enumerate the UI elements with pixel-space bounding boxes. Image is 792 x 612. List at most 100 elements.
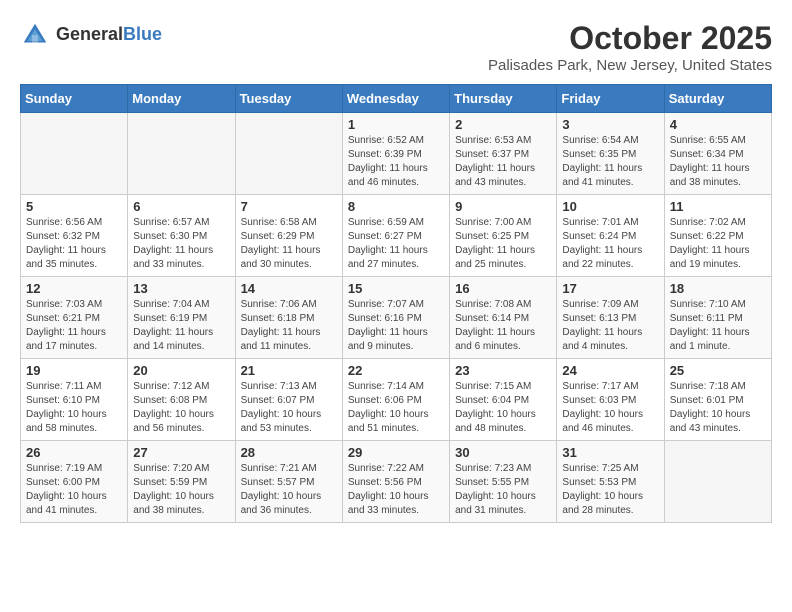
day-number: 20 <box>133 363 229 378</box>
week-row-1: 5Sunrise: 6:56 AM Sunset: 6:32 PM Daylig… <box>21 195 772 277</box>
calendar-cell: 15Sunrise: 7:07 AM Sunset: 6:16 PM Dayli… <box>342 277 449 359</box>
calendar-cell: 27 Sunrise: 7:20 AM Sunset: 5:59 PM Dayli… <box>128 441 235 523</box>
month-title: October 2025 <box>488 20 772 57</box>
weekday-header-saturday: Saturday <box>664 85 771 113</box>
day-info: Sunrise: 7:15 AM Sunset: 6:04 PM Dayligh… <box>455 380 551 436</box>
day-info: Sunrise: 7:02 AM Sunset: 6:22 PM Dayligh… <box>670 216 766 272</box>
day-number: 19 <box>26 363 122 378</box>
day-info: Sunrise: 7:04 AM Sunset: 6:19 PM Dayligh… <box>133 298 229 354</box>
day-number: 18 <box>670 281 766 296</box>
calendar-cell <box>21 113 128 195</box>
day-info: Sunrise: 6:58 AM Sunset: 6:29 PM Dayligh… <box>241 216 337 272</box>
logo-text-blue: Blue <box>123 24 162 44</box>
day-number: 3 <box>562 117 658 132</box>
calendar-cell: 26 Sunrise: 7:19 AM Sunset: 6:00 PM Dayli… <box>21 441 128 523</box>
day-number: 27 <box>133 445 229 460</box>
title-section: October 2025 Palisades Park, New Jersey,… <box>488 20 772 74</box>
day-number: 1 <box>348 117 444 132</box>
calendar-cell <box>235 113 342 195</box>
day-number: 31 <box>562 445 658 460</box>
day-info: Sunrise: 6:56 AM Sunset: 6:32 PM Dayligh… <box>26 216 122 272</box>
weekday-header-thursday: Thursday <box>450 85 557 113</box>
calendar-cell: 12 Sunrise: 7:03 AM Sunset: 6:21 PM Dayli… <box>21 277 128 359</box>
day-number: 6 <box>133 199 229 214</box>
calendar-cell: 4 Sunrise: 6:55 AM Sunset: 6:34 PM Daylig… <box>664 113 771 195</box>
calendar-cell: 1 Sunrise: 6:52 AM Sunset: 6:39 PM Daylig… <box>342 113 449 195</box>
calendar-cell: 31Sunrise: 7:25 AM Sunset: 5:53 PM Dayli… <box>557 441 664 523</box>
day-info: Sunrise: 7:01 AM Sunset: 6:24 PM Dayligh… <box>562 216 658 272</box>
day-number: 28 <box>241 445 337 460</box>
weekday-header-friday: Friday <box>557 85 664 113</box>
calendar-table: SundayMondayTuesdayWednesdayThursdayFrid… <box>20 84 772 523</box>
day-number: 4 <box>670 117 766 132</box>
calendar-cell: 21 Sunrise: 7:13 AM Sunset: 6:07 PM Dayli… <box>235 359 342 441</box>
day-number: 21 <box>241 363 337 378</box>
day-info: Sunrise: 7:22 AM Sunset: 5:56 PM Dayligh… <box>348 462 444 518</box>
day-number: 8 <box>348 199 444 214</box>
calendar-cell: 11Sunrise: 7:02 AM Sunset: 6:22 PM Dayli… <box>664 195 771 277</box>
day-info: Sunrise: 7:08 AM Sunset: 6:14 PM Dayligh… <box>455 298 551 354</box>
calendar-cell: 13 Sunrise: 7:04 AM Sunset: 6:19 PM Dayli… <box>128 277 235 359</box>
week-row-2: 12 Sunrise: 7:03 AM Sunset: 6:21 PM Dayli… <box>21 277 772 359</box>
day-number: 15 <box>348 281 444 296</box>
day-info: Sunrise: 6:55 AM Sunset: 6:34 PM Dayligh… <box>670 134 766 190</box>
day-info: Sunrise: 7:14 AM Sunset: 6:06 PM Dayligh… <box>348 380 444 436</box>
calendar-cell: 29 Sunrise: 7:22 AM Sunset: 5:56 PM Dayli… <box>342 441 449 523</box>
day-number: 2 <box>455 117 551 132</box>
day-info: Sunrise: 6:52 AM Sunset: 6:39 PM Dayligh… <box>348 134 444 190</box>
day-number: 10 <box>562 199 658 214</box>
day-number: 29 <box>348 445 444 460</box>
day-number: 25 <box>670 363 766 378</box>
calendar-cell: 8Sunrise: 6:59 AM Sunset: 6:27 PM Daylig… <box>342 195 449 277</box>
day-info: Sunrise: 7:23 AM Sunset: 5:55 PM Dayligh… <box>455 462 551 518</box>
week-row-0: 1 Sunrise: 6:52 AM Sunset: 6:39 PM Daylig… <box>21 113 772 195</box>
calendar-cell: 16Sunrise: 7:08 AM Sunset: 6:14 PM Dayli… <box>450 277 557 359</box>
logo-icon <box>20 20 50 50</box>
calendar-cell: 14 Sunrise: 7:06 AM Sunset: 6:18 PM Dayli… <box>235 277 342 359</box>
calendar-cell: 7 Sunrise: 6:58 AM Sunset: 6:29 PM Daylig… <box>235 195 342 277</box>
calendar-cell <box>664 441 771 523</box>
day-info: Sunrise: 7:19 AM Sunset: 6:00 PM Dayligh… <box>26 462 122 518</box>
day-number: 26 <box>26 445 122 460</box>
calendar-cell: 23Sunrise: 7:15 AM Sunset: 6:04 PM Dayli… <box>450 359 557 441</box>
weekday-header-wednesday: Wednesday <box>342 85 449 113</box>
calendar-cell: 20 Sunrise: 7:12 AM Sunset: 6:08 PM Dayli… <box>128 359 235 441</box>
day-info: Sunrise: 7:13 AM Sunset: 6:07 PM Dayligh… <box>241 380 337 436</box>
day-info: Sunrise: 7:17 AM Sunset: 6:03 PM Dayligh… <box>562 380 658 436</box>
day-info: Sunrise: 7:20 AM Sunset: 5:59 PM Dayligh… <box>133 462 229 518</box>
calendar-cell: 10 Sunrise: 7:01 AM Sunset: 6:24 PM Dayli… <box>557 195 664 277</box>
calendar-cell: 5Sunrise: 6:56 AM Sunset: 6:32 PM Daylig… <box>21 195 128 277</box>
day-info: Sunrise: 7:18 AM Sunset: 6:01 PM Dayligh… <box>670 380 766 436</box>
calendar-cell: 2Sunrise: 6:53 AM Sunset: 6:37 PM Daylig… <box>450 113 557 195</box>
weekday-header-monday: Monday <box>128 85 235 113</box>
day-info: Sunrise: 7:00 AM Sunset: 6:25 PM Dayligh… <box>455 216 551 272</box>
day-info: Sunrise: 7:06 AM Sunset: 6:18 PM Dayligh… <box>241 298 337 354</box>
day-info: Sunrise: 7:03 AM Sunset: 6:21 PM Dayligh… <box>26 298 122 354</box>
day-number: 9 <box>455 199 551 214</box>
day-info: Sunrise: 7:11 AM Sunset: 6:10 PM Dayligh… <box>26 380 122 436</box>
day-number: 13 <box>133 281 229 296</box>
logo-text-general: General <box>56 24 123 44</box>
calendar-cell: 9 Sunrise: 7:00 AM Sunset: 6:25 PM Daylig… <box>450 195 557 277</box>
calendar-cell: 24 Sunrise: 7:17 AM Sunset: 6:03 PM Dayli… <box>557 359 664 441</box>
calendar-cell: 25 Sunrise: 7:18 AM Sunset: 6:01 PM Dayli… <box>664 359 771 441</box>
weekday-header-tuesday: Tuesday <box>235 85 342 113</box>
day-info: Sunrise: 7:09 AM Sunset: 6:13 PM Dayligh… <box>562 298 658 354</box>
calendar-cell: 17 Sunrise: 7:09 AM Sunset: 6:13 PM Dayli… <box>557 277 664 359</box>
calendar-cell <box>128 113 235 195</box>
day-info: Sunrise: 7:12 AM Sunset: 6:08 PM Dayligh… <box>133 380 229 436</box>
day-number: 12 <box>26 281 122 296</box>
calendar-cell: 28 Sunrise: 7:21 AM Sunset: 5:57 PM Dayli… <box>235 441 342 523</box>
day-info: Sunrise: 7:10 AM Sunset: 6:11 PM Dayligh… <box>670 298 766 354</box>
day-info: Sunrise: 7:21 AM Sunset: 5:57 PM Dayligh… <box>241 462 337 518</box>
day-number: 24 <box>562 363 658 378</box>
day-number: 17 <box>562 281 658 296</box>
calendar-cell: 6 Sunrise: 6:57 AM Sunset: 6:30 PM Daylig… <box>128 195 235 277</box>
day-number: 14 <box>241 281 337 296</box>
day-info: Sunrise: 6:57 AM Sunset: 6:30 PM Dayligh… <box>133 216 229 272</box>
day-number: 7 <box>241 199 337 214</box>
calendar-cell: 30Sunrise: 7:23 AM Sunset: 5:55 PM Dayli… <box>450 441 557 523</box>
location-title: Palisades Park, New Jersey, United State… <box>488 57 772 74</box>
day-number: 22 <box>348 363 444 378</box>
day-info: Sunrise: 6:54 AM Sunset: 6:35 PM Dayligh… <box>562 134 658 190</box>
